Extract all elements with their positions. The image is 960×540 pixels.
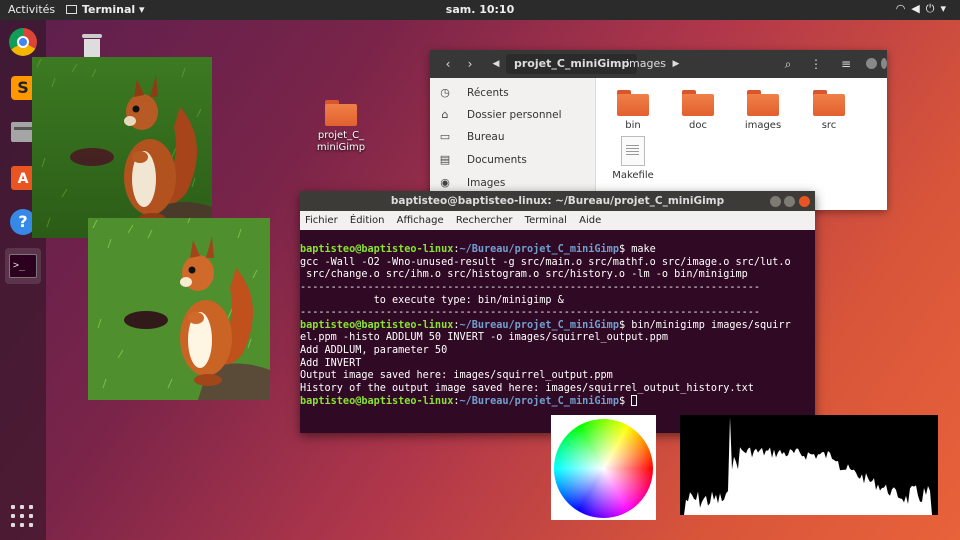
maximize-button[interactable] bbox=[784, 196, 795, 207]
terminal-line: baptisteo@baptisteo-linux:~/Bureau/proje… bbox=[300, 244, 656, 256]
folder-icon bbox=[617, 90, 649, 116]
folder-icon bbox=[813, 90, 845, 116]
menu-affichage[interactable]: Affichage bbox=[397, 215, 444, 226]
volume-icon: ◀ bbox=[911, 2, 926, 15]
view-options-icon[interactable]: ⋮ bbox=[808, 56, 824, 72]
file-manager-header: ‹ › ◀ projet_C_miniGimp images ▶ ⌕ ⋮ ≡ bbox=[430, 50, 887, 78]
sidebar-item-recent[interactable]: ◷ Récents bbox=[430, 82, 595, 104]
folder-item-bin[interactable]: bin bbox=[608, 90, 658, 131]
home-icon: ⌂ bbox=[441, 108, 449, 121]
back-button[interactable]: ‹ bbox=[440, 56, 456, 72]
terminal-line: baptisteo@baptisteo-linux:~/Bureau/proje… bbox=[300, 395, 815, 408]
maximize-button[interactable] bbox=[881, 58, 887, 69]
histogram-plot bbox=[680, 415, 938, 515]
text-file-icon bbox=[621, 136, 645, 166]
terminal-line: src/change.o src/ihm.o src/histogram.o s… bbox=[300, 269, 748, 281]
dock-terminal[interactable]: >_ bbox=[5, 248, 41, 284]
forward-button[interactable]: › bbox=[462, 56, 478, 72]
close-button[interactable] bbox=[799, 196, 810, 207]
histogram-window[interactable] bbox=[680, 415, 938, 515]
terminal-window[interactable]: baptisteo@baptisteo-linux: ~/Bureau/proj… bbox=[300, 191, 815, 433]
sidebar-item-home[interactable]: ⌂ Dossier personnel bbox=[430, 104, 595, 126]
wifi-icon: ◠ bbox=[895, 2, 912, 15]
color-wheel-window[interactable] bbox=[551, 415, 656, 520]
terminal-line: el.ppm -histo ADDLUM 50 INVERT -o images… bbox=[300, 332, 669, 344]
terminal-line: gcc -Wall -O2 -Wno-unused-result -g src/… bbox=[300, 256, 791, 268]
squirrel-output-picture bbox=[88, 218, 270, 400]
desktop-folder-label: projet_C_ miniGimp bbox=[316, 130, 366, 153]
terminal-line: ----------------------------------------… bbox=[300, 307, 761, 319]
folder-icon bbox=[325, 100, 357, 126]
terminal-line: Output image saved here: images/squirrel… bbox=[300, 370, 613, 382]
folder-icon bbox=[747, 90, 779, 116]
dock-chrome[interactable] bbox=[5, 24, 41, 60]
menu-icon[interactable]: ≡ bbox=[838, 56, 854, 72]
app-grid-icon[interactable] bbox=[11, 505, 35, 529]
menu-edition[interactable]: Édition bbox=[350, 215, 385, 226]
search-icon[interactable]: ⌕ bbox=[780, 56, 796, 72]
camera-icon: ◉ bbox=[440, 176, 450, 189]
color-wheel bbox=[554, 419, 653, 518]
folder-item-doc[interactable]: doc bbox=[673, 90, 723, 131]
squirrel-original-image[interactable] bbox=[32, 57, 212, 238]
file-item-makefile[interactable]: Makefile bbox=[608, 136, 658, 181]
menu-fichier[interactable]: Fichier bbox=[305, 215, 338, 226]
terminal-line: History of the output image saved here: … bbox=[300, 382, 754, 394]
clock[interactable]: sam. 10:10 bbox=[0, 3, 960, 16]
path-right-arrow[interactable]: ▶ bbox=[668, 56, 684, 72]
terminal-cursor bbox=[631, 395, 638, 407]
folder-icon bbox=[682, 90, 714, 116]
terminal-line: Add INVERT bbox=[300, 357, 362, 369]
chrome-icon bbox=[9, 28, 37, 56]
documents-icon: ▤ bbox=[439, 153, 451, 166]
clock-icon: ◷ bbox=[440, 86, 450, 99]
terminal-line: Add ADDLUM, parameter 50 bbox=[300, 344, 448, 356]
folder-item-src[interactable]: src bbox=[804, 90, 854, 131]
minimize-button[interactable] bbox=[866, 58, 877, 69]
menu-terminal[interactable]: Terminal bbox=[525, 215, 567, 226]
menu-aide[interactable]: Aide bbox=[579, 215, 601, 226]
terminal-output[interactable]: baptisteo@baptisteo-linux:~/Bureau/proje… bbox=[300, 230, 815, 433]
terminal-line: to execute type: bin/minigimp & bbox=[300, 294, 564, 306]
path-left-arrow[interactable]: ◀ bbox=[488, 56, 504, 72]
sidebar-item-desktop[interactable]: ▭ Bureau bbox=[430, 126, 595, 148]
menu-rechercher[interactable]: Rechercher bbox=[456, 215, 513, 226]
desktop-folder-projet[interactable]: projet_C_ miniGimp bbox=[316, 100, 366, 154]
terminal-menubar: Fichier Édition Affichage Rechercher Ter… bbox=[300, 211, 815, 230]
system-tray[interactable]: ◠◀⏻▾ bbox=[896, 2, 952, 16]
top-bar: Activités Terminal ▾ sam. 10:10 ◠◀⏻▾ bbox=[0, 0, 960, 20]
terminal-line: ----------------------------------------… bbox=[300, 281, 761, 293]
file-manager-window[interactable]: ‹ › ◀ projet_C_miniGimp images ▶ ⌕ ⋮ ≡ ◷… bbox=[430, 50, 887, 210]
desktop-icon: ▭ bbox=[439, 130, 451, 143]
terminal-icon: >_ bbox=[9, 254, 37, 278]
power-icon: ⏻ bbox=[925, 2, 941, 15]
folder-item-images[interactable]: images bbox=[738, 90, 788, 131]
sidebar-item-documents[interactable]: ▤ Documents bbox=[430, 149, 595, 171]
minimize-button[interactable] bbox=[770, 196, 781, 207]
path-segment-images[interactable]: images bbox=[618, 54, 674, 74]
squirrel-original-picture bbox=[32, 57, 212, 238]
terminal-line: baptisteo@baptisteo-linux:~/Bureau/proje… bbox=[300, 319, 791, 331]
squirrel-output-image[interactable] bbox=[88, 218, 270, 400]
terminal-titlebar: baptisteo@baptisteo-linux: ~/Bureau/proj… bbox=[300, 191, 815, 211]
